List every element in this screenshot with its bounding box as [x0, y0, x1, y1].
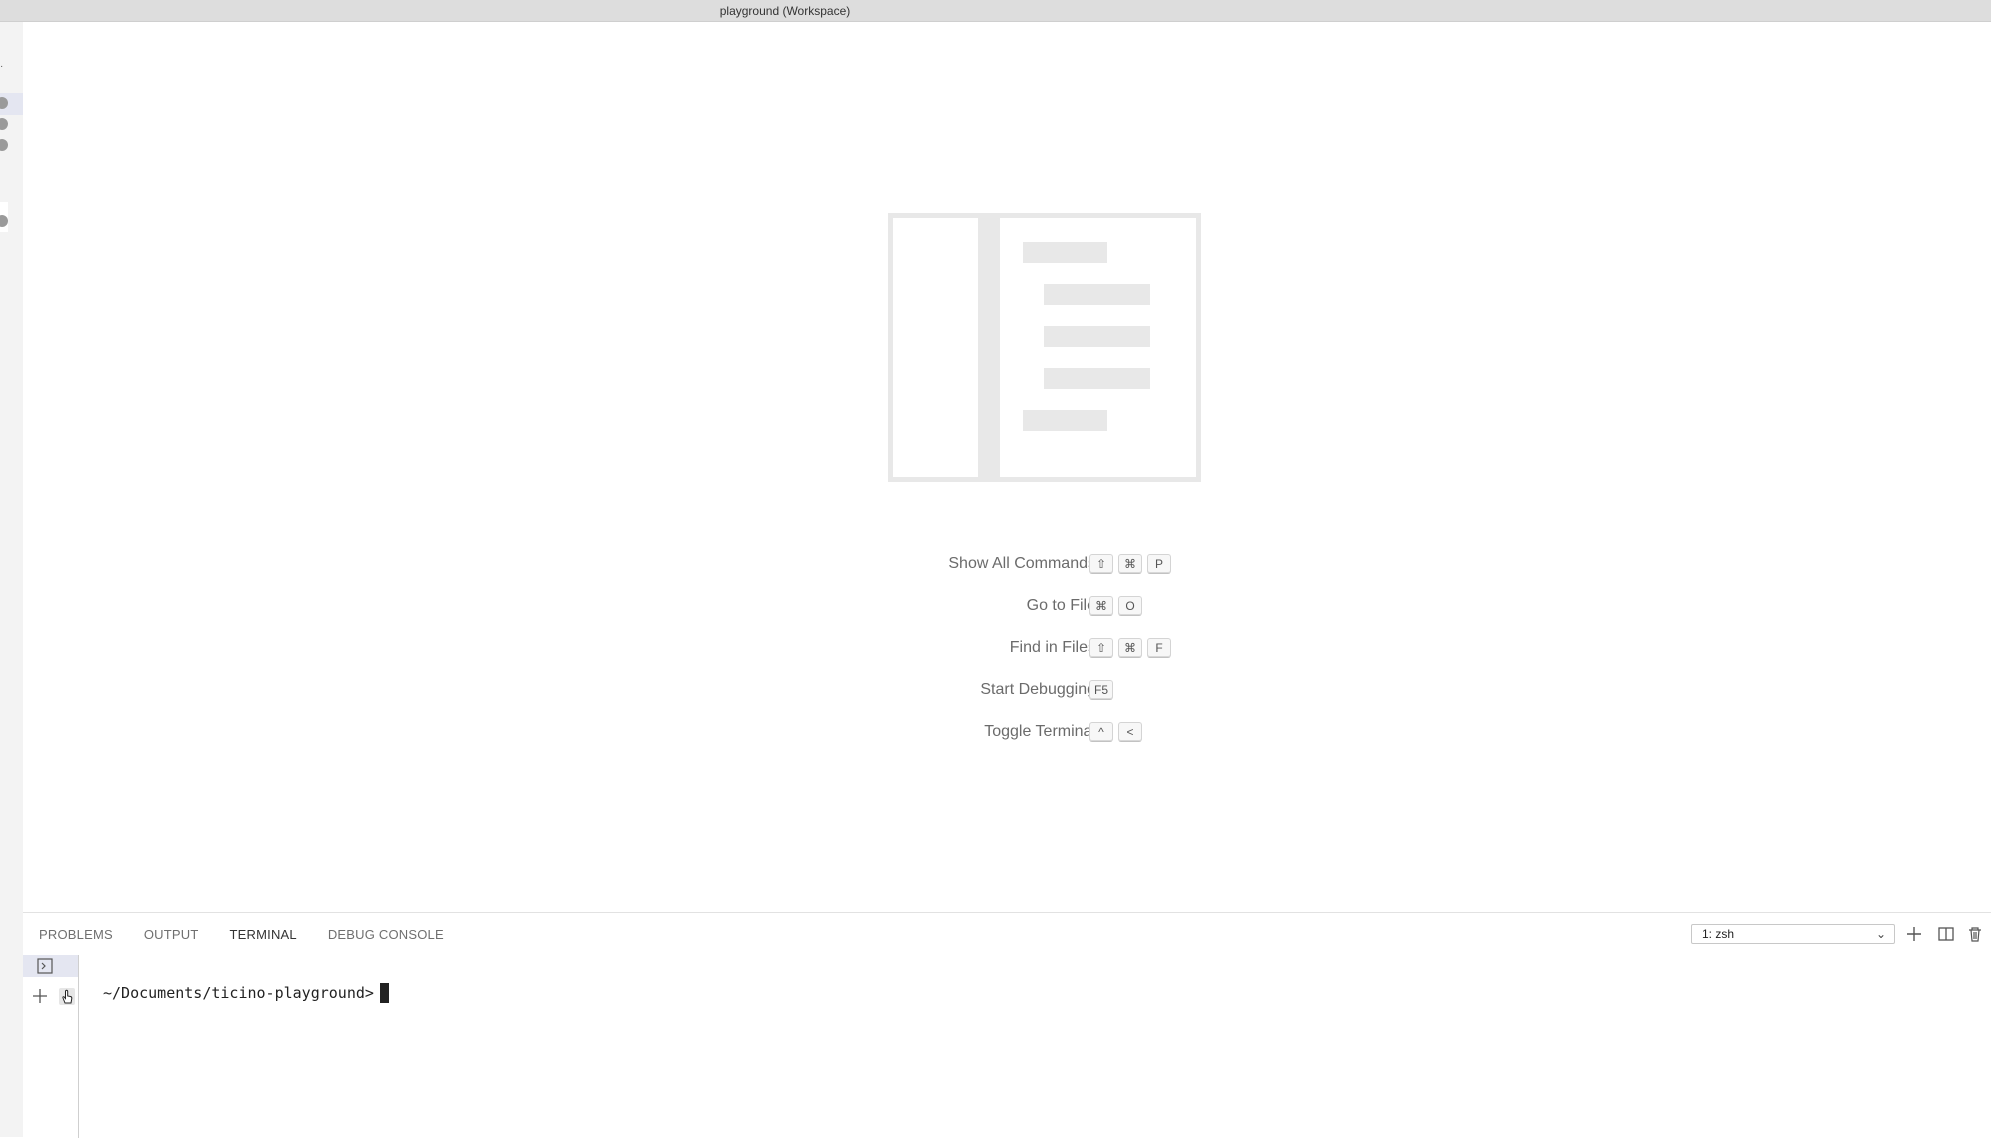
- key-f: F: [1147, 638, 1171, 658]
- key-cmd: ⌘: [1089, 596, 1113, 616]
- key-shift: ⇧: [1089, 638, 1113, 658]
- shortcut-label: Go to File: [1026, 597, 1096, 614]
- shortcut-show-all-commands: Show All Commands ⇧ ⌘ P: [23, 552, 1991, 576]
- split-icon[interactable]: [1935, 923, 1957, 945]
- terminal-cursor: [379, 983, 389, 1003]
- activity-bar: ·: [0, 22, 23, 1137]
- tab-problems[interactable]: PROBLEMS: [39, 925, 113, 945]
- key-f5: F5: [1089, 680, 1114, 700]
- source-control-icon[interactable]: [0, 139, 8, 151]
- add-icon[interactable]: [32, 988, 48, 1004]
- window-title: playground (Workspace): [719, 4, 851, 18]
- shortcut-go-to-file: Go to File ⌘ O: [23, 594, 1991, 618]
- tab-output[interactable]: OUTPUT: [144, 925, 199, 945]
- terminal-output[interactable]: ~/Documents/ticino-playground>: [103, 983, 389, 1003]
- terminal-icon[interactable]: [37, 958, 53, 974]
- shortcut-label: Start Debugging: [980, 681, 1096, 698]
- shortcut-find-in-files: Find in Files ⇧ ⌘ F: [23, 636, 1991, 660]
- title-bar: playground (Workspace): [0, 0, 1991, 22]
- bottom-panel: PROBLEMS OUTPUT TERMINAL DEBUG CONSOLE 1…: [23, 912, 1991, 1138]
- search-icon[interactable]: [0, 118, 8, 130]
- panel-tabs: PROBLEMS OUTPUT TERMINAL DEBUG CONSOLE: [39, 925, 475, 945]
- key-cmd: ⌘: [1118, 638, 1142, 658]
- terminal-tabs-sidebar: [23, 955, 79, 1138]
- key-backtick: <: [1118, 722, 1142, 742]
- shortcut-start-debugging: Start Debugging F5: [23, 678, 1991, 702]
- shortcut-toggle-terminal: Toggle Terminal ^ <: [23, 720, 1991, 744]
- vscode-watermark-icon: [888, 213, 1201, 482]
- editor-area[interactable]: Show All Commands ⇧ ⌘ P Go to File ⌘ O F…: [23, 22, 1991, 912]
- shortcut-label: Show All Commands: [948, 555, 1096, 572]
- tab-terminal[interactable]: TERMINAL: [230, 925, 297, 945]
- key-p: P: [1147, 554, 1171, 574]
- tab-debug-console[interactable]: DEBUG CONSOLE: [328, 925, 444, 945]
- add-icon[interactable]: [1903, 923, 1925, 945]
- trash-icon[interactable]: [1964, 923, 1986, 945]
- key-cmd: ⌘: [1118, 554, 1142, 574]
- terminal-select-value: 1: zsh: [1702, 927, 1735, 941]
- activity-bar-mark: ·: [0, 61, 4, 72]
- hand-cursor-icon: [59, 988, 75, 1005]
- key-shift: ⇧: [1089, 554, 1113, 574]
- terminal-select[interactable]: 1: zsh ⌄: [1691, 924, 1895, 944]
- shortcut-label: Find in Files: [1009, 639, 1096, 656]
- key-o: O: [1118, 596, 1142, 616]
- terminal-prompt: ~/Documents/ticino-playground>: [103, 984, 374, 1002]
- key-ctrl: ^: [1089, 722, 1113, 742]
- chevron-down-icon: ⌄: [1875, 927, 1886, 941]
- shortcut-label: Toggle Terminal: [984, 723, 1096, 740]
